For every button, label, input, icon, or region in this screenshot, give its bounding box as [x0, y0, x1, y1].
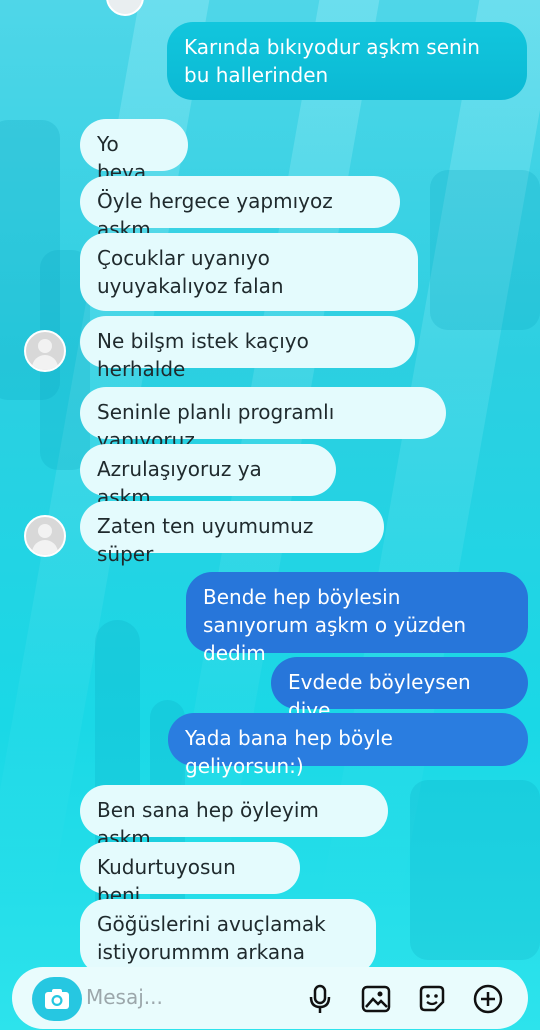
message-bubble-outgoing[interactable]: Yada bana hep böyle geliyorsun:)	[168, 713, 528, 778]
message-bubble-incoming[interactable]: Ne bilşm istek kaçıyo herhalde	[80, 316, 415, 381]
message-bubble-incoming[interactable]: Ben sana hep öyleyim aşkm	[80, 785, 388, 850]
message-input[interactable]: Mesaj...	[86, 985, 163, 1009]
message-bubble-outgoing[interactable]: Evdede böyleysen diye	[271, 657, 528, 722]
message-bubble-incoming[interactable]: Yo beya	[80, 119, 188, 184]
message-bubble-incoming[interactable]: Kudurtuyosun beni	[80, 842, 300, 907]
message-bubble-incoming[interactable]: Azrulaşıyoruz ya aşkm	[80, 444, 336, 509]
message-bubble-outgoing[interactable]: Karında bıkıyodur aşkm senin bu hallerin…	[167, 22, 527, 100]
message-bubble-incoming[interactable]: Zaten ten uyumumuz süper	[80, 501, 384, 566]
message-bubble-incoming[interactable]: Seninle planlı programlı yapıyoruz	[80, 387, 446, 452]
message-bubble-incoming[interactable]: Öyle hergece yapmıyoz aşkm	[80, 176, 400, 241]
microphone-icon[interactable]	[304, 983, 336, 1015]
message-bubble-incoming[interactable]: Göğüslerini avuçlamak istiyorummm arkana…	[80, 899, 376, 992]
message-composer: Mesaj...	[12, 967, 528, 1029]
camera-button[interactable]	[32, 977, 82, 1021]
message-bubble-incoming[interactable]: Çocuklar uyanıyo uyuyakalıyoz falan	[80, 233, 418, 311]
image-icon[interactable]	[360, 983, 392, 1015]
sticker-icon[interactable]	[416, 983, 448, 1015]
sender-avatar[interactable]	[24, 515, 66, 557]
sender-avatar[interactable]	[24, 330, 66, 372]
message-bubble-outgoing[interactable]: Bende hep böylesin sanıyorum aşkm o yüzd…	[186, 572, 528, 665]
message-list: Karında bıkıyodur aşkm senin bu hallerin…	[0, 0, 540, 1030]
add-icon[interactable]	[472, 983, 504, 1015]
camera-icon	[45, 989, 69, 1009]
